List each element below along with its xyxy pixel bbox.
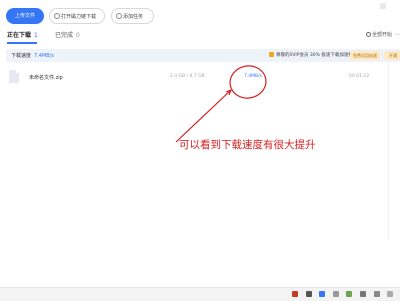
annotation-circle [229, 65, 267, 99]
taskbar [0, 287, 400, 301]
annotation-arrow [175, 89, 232, 143]
app-icon[interactable] [292, 291, 298, 297]
app-icon[interactable] [333, 291, 339, 297]
app-icon[interactable] [319, 291, 325, 297]
app-icon[interactable] [374, 291, 380, 297]
app-icon[interactable] [360, 291, 366, 297]
app-icon[interactable] [346, 291, 352, 297]
app-icon[interactable] [387, 291, 393, 297]
annotation-text: 可以看到下载速度有很大提升 [179, 139, 316, 151]
app-icon[interactable] [306, 291, 312, 297]
